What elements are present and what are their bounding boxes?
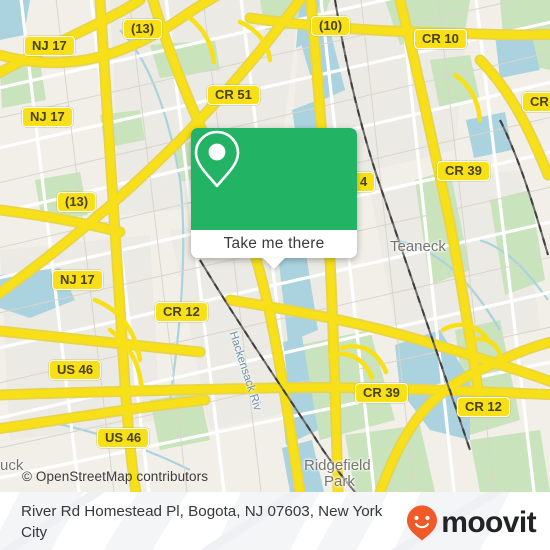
moovit-logo[interactable]: moovit bbox=[405, 504, 537, 542]
take-me-there-card[interactable]: Take me there bbox=[191, 128, 357, 269]
moovit-wordmark: moovit bbox=[441, 506, 536, 539]
road-shield: CR 39 bbox=[437, 161, 490, 181]
road-shield: NJ 17 bbox=[22, 107, 73, 127]
map-pin-icon bbox=[194, 130, 240, 188]
osm-attribution[interactable]: © OpenStreetMap contributors bbox=[22, 469, 208, 484]
road-shield: (13) bbox=[57, 192, 97, 212]
card-header bbox=[191, 128, 357, 230]
road-shield: (10) bbox=[311, 16, 351, 36]
card-pointer-tail bbox=[263, 258, 285, 269]
road-shield: CR 1 bbox=[522, 92, 550, 112]
take-me-there-label: Take me there bbox=[223, 235, 325, 252]
place-label: Park bbox=[324, 473, 355, 490]
road-shield: CR 51 bbox=[207, 85, 260, 105]
road-shield: CR 12 bbox=[155, 302, 208, 322]
place-label: Ridgefield bbox=[304, 457, 371, 474]
place-label: Teaneck bbox=[390, 238, 446, 255]
road-shield: CR 12 bbox=[457, 397, 510, 417]
map-canvas[interactable]: NJ 17 (13) (10) CR 10 CR 51 CR 1 NJ 17 (13) CR 3… bbox=[0, 0, 550, 492]
road-shield: CR 10 bbox=[414, 29, 467, 49]
road-shield: US 46 bbox=[97, 428, 150, 448]
place-label: uck bbox=[0, 457, 24, 474]
road-shield: NJ 17 bbox=[52, 270, 103, 290]
road-shield: NJ 17 bbox=[24, 36, 75, 56]
road-shield: CR 39 bbox=[355, 383, 408, 403]
road-shield: (13) bbox=[123, 19, 163, 39]
bottom-bar: River Rd Homestead Pl, Bogota, NJ 07603,… bbox=[0, 492, 550, 550]
road-shield: US 46 bbox=[49, 360, 102, 380]
card-footer[interactable]: Take me there bbox=[191, 230, 357, 269]
map-screenshot: NJ 17 (13) (10) CR 10 CR 51 CR 1 NJ 17 (13) CR 3… bbox=[0, 0, 550, 550]
address-text: River Rd Homestead Pl, Bogota, NJ 07603,… bbox=[21, 503, 383, 541]
moovit-pin-icon bbox=[407, 505, 438, 541]
